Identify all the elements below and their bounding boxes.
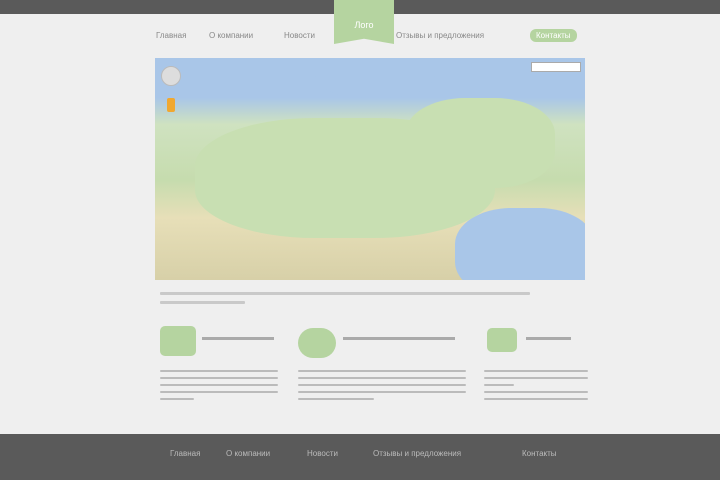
street-view-pegman-icon[interactable] [167, 98, 175, 112]
nav-home[interactable]: Главная [156, 31, 186, 40]
map-pan-control[interactable] [161, 66, 181, 86]
piggy-bank-icon [298, 328, 336, 358]
footer-nav-about[interactable]: О компании [226, 449, 270, 458]
nav-about[interactable]: О компании [209, 31, 253, 40]
map[interactable] [155, 58, 585, 280]
footer-nav-contacts[interactable]: Контакты [522, 449, 557, 458]
footer: Главная О компании Новости Отзывы и пред… [0, 434, 720, 480]
nav-reviews[interactable]: Отзывы и предложения [396, 31, 484, 40]
footer-nav-reviews[interactable]: Отзывы и предложения [373, 449, 461, 458]
nav-contacts[interactable]: Контакты [530, 29, 577, 42]
map-type-control[interactable] [531, 62, 581, 72]
buildings-icon [160, 326, 196, 356]
contacts-icon [487, 328, 517, 352]
footer-nav-news[interactable]: Новости [307, 449, 338, 458]
map-caption [160, 292, 540, 310]
nav-news[interactable]: Новости [284, 31, 315, 40]
logo[interactable]: Лого [334, 0, 394, 44]
footer-nav-home[interactable]: Главная [170, 449, 200, 458]
